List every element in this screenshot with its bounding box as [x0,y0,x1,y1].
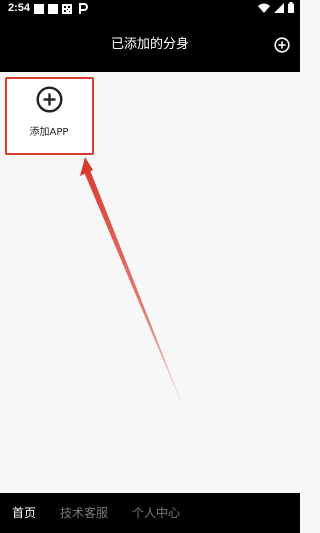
plus-circle-icon [274,37,290,53]
signal-icon [274,2,284,16]
battery-icon [288,2,294,16]
tab-home[interactable]: 首页 [12,493,36,533]
status-indicators [258,2,294,16]
bottom-nav: 首页 技术客服 个人中心 [0,493,300,533]
app-screen: 2:54 已添加的分身 添加APP 首页 技术客服 个人中心 [0,0,300,533]
status-bar: 2:54 [0,0,300,18]
square-icon [34,4,44,14]
qr-icon [62,4,72,14]
plus-circle-icon [36,86,63,113]
header-bar: 已添加的分身 [0,18,300,72]
add-app-tile[interactable]: 添加APP [5,77,93,154]
page-title: 已添加的分身 [110,37,189,52]
square-icon [48,4,58,14]
tab-personal-center[interactable]: 个人中心 [132,493,180,533]
tab-tech-support[interactable]: 技术客服 [60,493,108,533]
p-icon [78,3,88,14]
add-app-label: 添加APP [29,127,69,138]
wifi-icon [258,3,270,16]
status-time: 2:54 [8,2,31,14]
add-clone-button[interactable] [274,37,290,53]
